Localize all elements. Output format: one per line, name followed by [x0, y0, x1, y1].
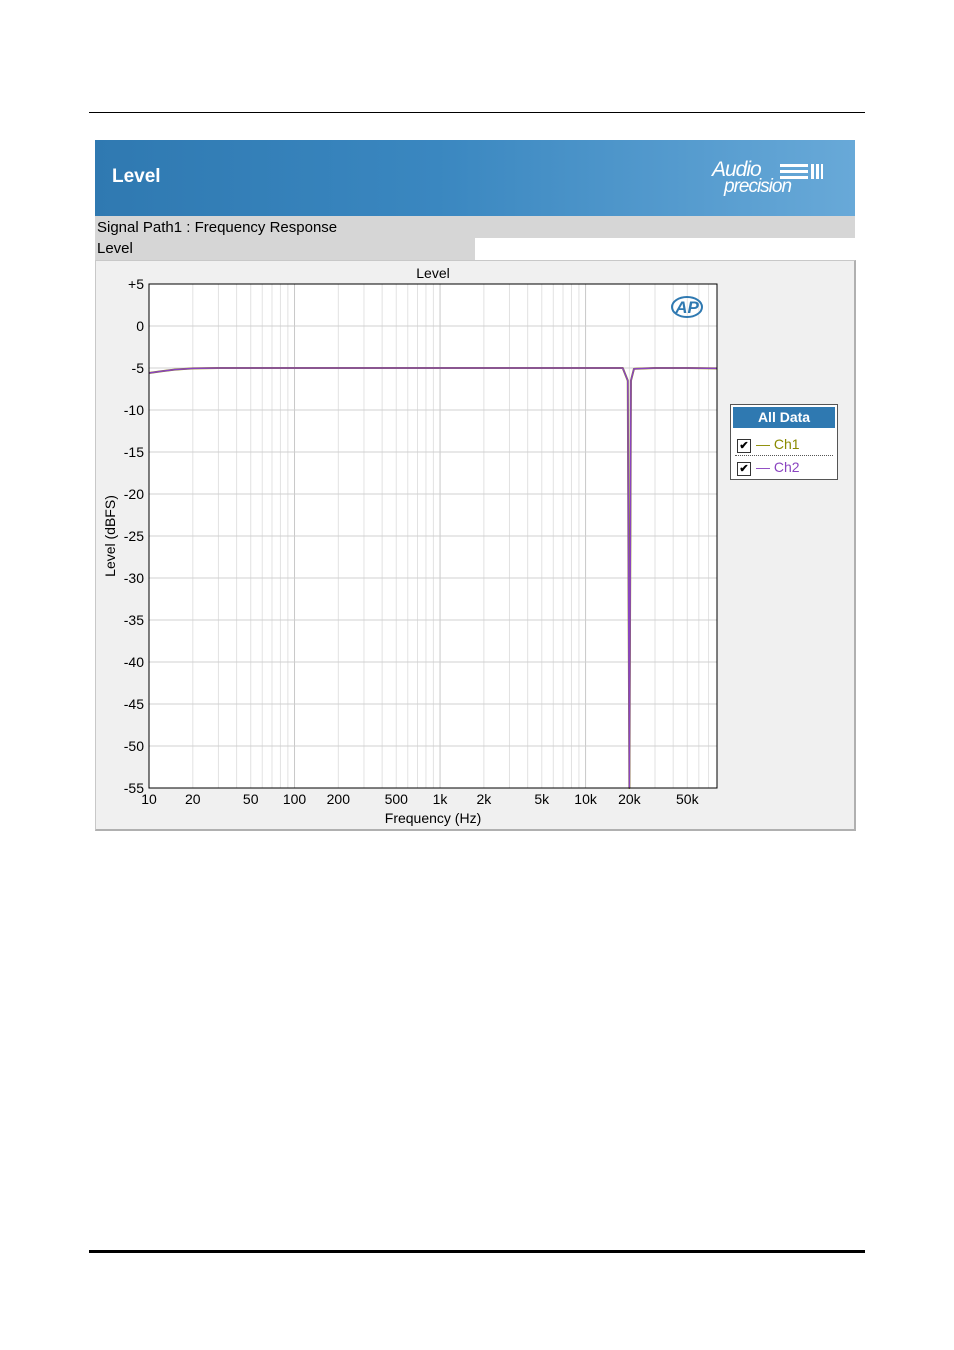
- signal-path-label: Signal Path1 : Frequency Response: [97, 219, 338, 236]
- chart-area: Level +5 0 -5 -10 -15 -20 -25 -30 -35 -40 -45 -50 -55…: [95, 260, 856, 831]
- measurement-label: Level: [97, 240, 133, 257]
- y-axis-label: Level (dBFS): [102, 495, 118, 577]
- y-tick-label: -20: [124, 486, 144, 502]
- x-tick-label: 200: [327, 791, 351, 807]
- report-banner: Level Audio precision: [95, 140, 855, 216]
- y-tick-label: -45: [124, 696, 144, 712]
- y-tick-label: -40: [124, 654, 144, 670]
- x-tick-label: 50k: [676, 791, 700, 807]
- legend: All Data ✔ — Ch1 ✔ — Ch2: [730, 404, 838, 480]
- banner-title: Level: [112, 166, 161, 187]
- x-tick-label: 10: [141, 791, 157, 807]
- checkbox-ch2[interactable]: ✔: [737, 462, 751, 476]
- audio-precision-logo: Audio precision: [710, 158, 830, 202]
- legend-label-ch2: — Ch2: [756, 459, 800, 475]
- y-tick-label: -25: [124, 528, 144, 544]
- logo-bars-icon: [780, 164, 826, 180]
- y-tick-label: 0: [136, 318, 144, 334]
- page-top-rule: [89, 112, 865, 113]
- x-tick-label: 20: [185, 791, 201, 807]
- page-bottom-rule: [89, 1250, 865, 1253]
- y-tick-label: -35: [124, 612, 144, 628]
- legend-label-ch1: — Ch1: [756, 436, 800, 452]
- y-tick-label: +5: [128, 276, 144, 292]
- x-tick-label: 100: [283, 791, 307, 807]
- x-axis-label: Frequency (Hz): [385, 810, 481, 826]
- y-tick-label: -5: [132, 360, 145, 376]
- legend-title: All Data: [733, 407, 835, 428]
- x-tick-label: 10k: [574, 791, 598, 807]
- y-tick-label: -50: [124, 738, 144, 754]
- x-tick-label: 1k: [433, 791, 449, 807]
- checkbox-ch1[interactable]: ✔: [737, 439, 751, 453]
- y-tick-label: -15: [124, 444, 144, 460]
- y-tick-label: -10: [124, 402, 144, 418]
- x-tick-label: 2k: [476, 791, 492, 807]
- x-tick-label: 5k: [534, 791, 550, 807]
- chart-title: Level: [416, 265, 449, 281]
- y-tick-label: -30: [124, 570, 144, 586]
- signal-path-bar: Signal Path1 : Frequency Response: [95, 216, 855, 238]
- x-tick-label: 50: [243, 791, 259, 807]
- level-chart: Level+50-5-10-15-20-25-30-35-40-45-50-55…: [102, 265, 718, 826]
- measurement-panel: Level Audio precision Signal Path1 : Fre…: [95, 140, 856, 831]
- x-tick-label: 20k: [618, 791, 642, 807]
- measurement-name-bar: Level: [95, 238, 475, 260]
- x-tick-label: 500: [385, 791, 409, 807]
- ap-watermark-text: AP: [674, 298, 699, 317]
- legend-separator: [735, 455, 833, 456]
